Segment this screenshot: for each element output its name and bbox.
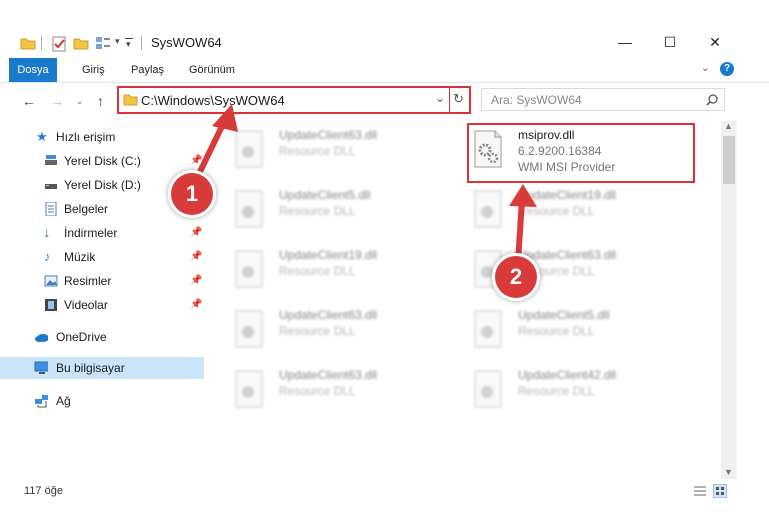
annotation-arrows xyxy=(193,104,537,263)
arrow-2 xyxy=(509,184,537,263)
step-badge-2: 2 xyxy=(495,256,537,298)
arrow-1 xyxy=(193,104,238,182)
step-badge-1: 1 xyxy=(171,173,213,215)
